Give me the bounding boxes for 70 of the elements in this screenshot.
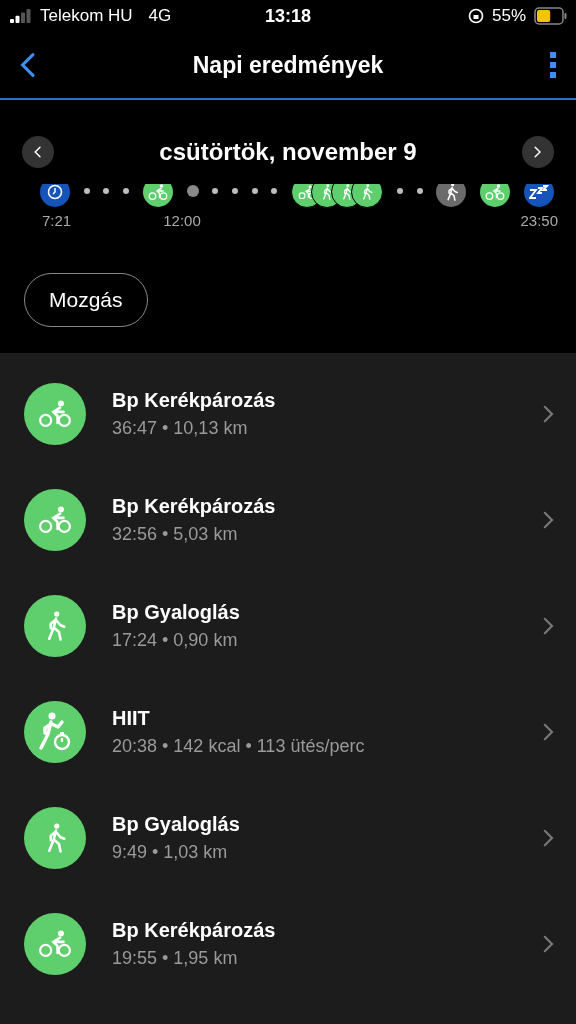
activity-details: 20:38 • 142 kcal • 113 ütés/perc (112, 736, 366, 757)
signal-icon (10, 9, 32, 23)
activity-name: Bp Gyaloglás (112, 601, 241, 624)
sleep-icon (528, 185, 549, 199)
activity-row[interactable]: Bp Gyaloglás 17:24 • 0,90 km (0, 573, 576, 679)
activity-name: Bp Kerékpározás (112, 919, 277, 942)
network-type: 4G (148, 6, 172, 26)
previous-day-button[interactable] (22, 136, 54, 168)
walking-person-icon (444, 184, 459, 201)
timeline-time: 7:21 (42, 212, 72, 229)
bicycle-icon (38, 930, 72, 958)
timeline-dot (186, 185, 199, 197)
activity-row[interactable]: Bp Kerékpározás 36:47 • 10,13 km (0, 361, 576, 467)
timeline-dot (232, 188, 239, 194)
bicycle-icon (485, 184, 506, 200)
next-day-button[interactable] (522, 136, 554, 168)
timeline-dot (103, 188, 110, 194)
timeline-time: 12:00 (163, 212, 201, 229)
back-icon (20, 52, 36, 78)
timeline-dot (212, 188, 219, 194)
battery-percent: 55% (491, 6, 526, 26)
page-title: Napi eredmények (192, 51, 384, 79)
bicycle-icon (147, 184, 168, 200)
activity-details: 36:47 • 10,13 km (112, 418, 249, 439)
status-time: 13:18 (265, 5, 311, 27)
activity-name: Bp Gyaloglás (112, 813, 241, 836)
activity-details: 17:24 • 0,90 km (112, 630, 239, 651)
walking-person-icon (361, 184, 374, 200)
bicycle-icon (38, 506, 72, 534)
more-icon (550, 52, 556, 78)
battery-icon (534, 7, 568, 25)
timeline-marker[interactable] (351, 184, 384, 208)
chevron-right-icon (543, 935, 554, 953)
activity-name: HIIT (112, 707, 151, 730)
bicycle-icon (38, 400, 72, 428)
chevron-right-icon (543, 405, 554, 423)
timeline-dot (271, 188, 278, 194)
timeline-dot (251, 188, 258, 194)
chevron-right-icon (534, 146, 542, 158)
activity-name: Bp Kerékpározás (112, 389, 277, 412)
timeline-dot (416, 188, 423, 194)
activity-details: 32:56 • 5,03 km (112, 524, 239, 545)
activity-row[interactable]: Bp Gyaloglás 9:49 • 1,03 km (0, 785, 576, 891)
chevron-right-icon (543, 617, 554, 635)
walking-person-icon (341, 184, 354, 200)
activity-name: Bp Kerékpározás (112, 495, 277, 518)
timeline-dot (396, 188, 403, 194)
chevron-right-icon (543, 723, 554, 741)
timeline-dot (83, 188, 90, 194)
timeline-marker[interactable] (436, 184, 467, 207)
carrier-name: Telekom HU (40, 6, 133, 26)
timeline-marker[interactable] (40, 184, 70, 207)
activity-row[interactable]: Bp Kerékpározás 32:56 • 5,03 km (0, 467, 576, 573)
chevron-right-icon (543, 511, 554, 529)
timeline-dot (123, 188, 130, 194)
chevron-right-icon (543, 829, 554, 847)
timeline-marker[interactable] (480, 184, 511, 207)
timeline-marker[interactable] (523, 184, 554, 207)
activity-row[interactable]: HIIT 20:38 • 142 kcal • 113 ütés/perc (0, 679, 576, 785)
walking-person-icon (321, 184, 334, 200)
activity-details: 9:49 • 1,03 km (112, 842, 229, 863)
chevron-left-icon (34, 146, 42, 158)
date-label: csütörtök, november 9 (159, 138, 417, 166)
activity-row[interactable]: Bp Kerékpározás 19:55 • 1,95 km (0, 891, 576, 997)
timeline-time: 23:50 (520, 212, 558, 229)
timeline-marker[interactable] (142, 184, 173, 207)
rotation-lock-icon (467, 8, 484, 24)
runner-stopwatch-icon (37, 712, 73, 752)
clock-icon (47, 184, 63, 200)
activity-details: 19:55 • 1,95 km (112, 948, 239, 969)
